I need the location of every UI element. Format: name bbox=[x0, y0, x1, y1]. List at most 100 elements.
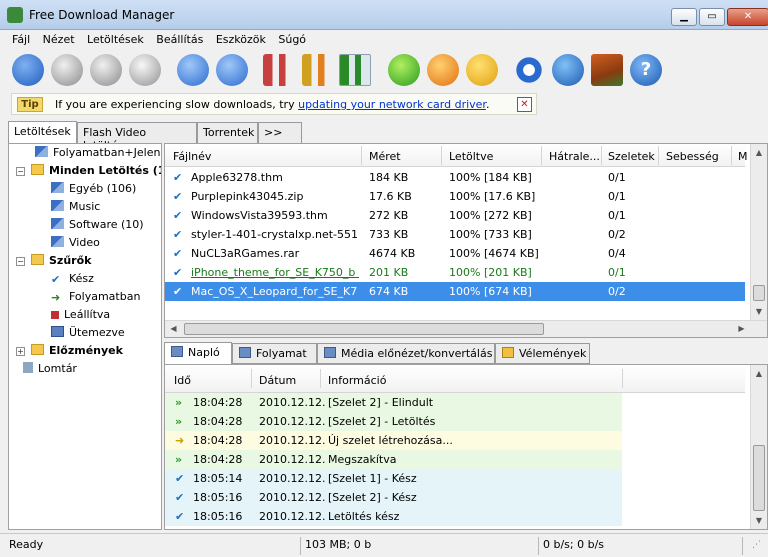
tree-label: Előzmények bbox=[49, 344, 123, 357]
tree-label: Kész bbox=[69, 272, 94, 285]
downloads-header: Fájlnév Méret Letöltve Hátrale... Szelet… bbox=[165, 144, 748, 167]
site-manager-icon[interactable] bbox=[552, 54, 584, 86]
scroll-right-icon[interactable]: ▶ bbox=[733, 321, 750, 337]
scroll-thumb[interactable] bbox=[753, 285, 765, 301]
calendar-icon bbox=[51, 326, 64, 337]
scroll-up-icon[interactable]: ▲ bbox=[751, 365, 767, 382]
row-size: 201 KB bbox=[369, 266, 409, 279]
menu-view[interactable]: Nézet bbox=[43, 30, 75, 46]
col-size[interactable]: Méret bbox=[369, 150, 401, 163]
download-row[interactable]: ✔ NuCL3aRGames.rar 4674 KB 100% [4674 KB… bbox=[165, 244, 745, 263]
tree-item-all-downloads[interactable]: Minden Letöltés (11 bbox=[31, 164, 161, 182]
downloads-horizontal-scrollbar[interactable]: ◀ ▶ bbox=[165, 320, 767, 337]
download-row[interactable]: ✔ WindowsVista39593.thm 272 KB 100% [272… bbox=[165, 206, 745, 225]
completed-icon: ✔ bbox=[173, 190, 183, 203]
scroll-down-icon[interactable]: ▼ bbox=[751, 303, 767, 320]
collapse-icon[interactable]: − bbox=[16, 167, 25, 176]
tab-progress[interactable]: Folyamat bbox=[232, 343, 317, 364]
scroll-down-icon[interactable]: ▼ bbox=[751, 512, 767, 529]
speed-medium-icon[interactable] bbox=[302, 54, 334, 86]
tip-link[interactable]: updating your network card driver bbox=[298, 98, 486, 111]
start-icon[interactable] bbox=[51, 54, 83, 86]
download-row[interactable]: ✔ Apple63278.thm 184 KB 100% [184 KB] 0/… bbox=[165, 168, 745, 187]
tree-item-music[interactable]: Music bbox=[51, 200, 100, 218]
download-icon bbox=[35, 146, 48, 157]
col-date[interactable]: Dátum bbox=[259, 374, 296, 387]
speed-high-icon[interactable] bbox=[339, 54, 371, 86]
download-row[interactable]: ✔ iPhone_theme_for_SE_K750_b ... 201 KB … bbox=[165, 263, 745, 282]
tree-item-in-progress[interactable]: ➜ Folyamatban bbox=[51, 290, 140, 308]
tree-item-filters[interactable]: Szűrők bbox=[31, 254, 91, 272]
scroll-left-icon[interactable]: ◀ bbox=[165, 321, 182, 337]
help-icon[interactable]: ? bbox=[630, 54, 662, 86]
menu-tools[interactable]: Eszközök bbox=[216, 30, 266, 46]
check-icon: ✔ bbox=[175, 510, 185, 523]
close-tip-icon[interactable]: ✕ bbox=[517, 97, 532, 112]
row-sections: 0/2 bbox=[608, 228, 626, 241]
log-date: 2010.12.12. bbox=[259, 491, 326, 504]
expand-icon[interactable]: + bbox=[16, 347, 25, 356]
col-sections[interactable]: Szeletek bbox=[608, 150, 655, 163]
menu-options[interactable]: Beállítás bbox=[156, 30, 203, 46]
menu-help[interactable]: Súgó bbox=[278, 30, 306, 46]
tree-item-video[interactable]: Video bbox=[51, 236, 100, 254]
scroll-thumb[interactable] bbox=[184, 323, 544, 335]
tree-item-recycle-bin[interactable]: Lomtár bbox=[23, 362, 77, 380]
col-remaining[interactable]: Hátrale... bbox=[549, 150, 600, 163]
tab-media-preview[interactable]: Média előnézet/konvertálás bbox=[317, 343, 495, 364]
col-info[interactable]: Információ bbox=[328, 374, 386, 387]
tree-label: Szűrők bbox=[49, 254, 92, 267]
log-date: 2010.12.12. bbox=[259, 472, 326, 485]
tab-downloads[interactable]: Letöltések bbox=[8, 121, 77, 144]
tree-item-scheduled[interactable]: Ütemezve bbox=[51, 326, 125, 344]
stop-all-icon[interactable] bbox=[427, 54, 459, 86]
col-time[interactable]: Idő bbox=[174, 374, 191, 387]
col-filename[interactable]: Fájlnév bbox=[173, 150, 211, 163]
settings-icon[interactable] bbox=[513, 54, 545, 86]
log-vertical-scrollbar[interactable]: ▲ ▼ bbox=[750, 365, 767, 529]
row-downloaded: 100% [4674 KB] bbox=[449, 247, 539, 260]
col-downloaded[interactable]: Letöltve bbox=[449, 150, 493, 163]
status-text: Ready bbox=[9, 538, 44, 551]
maximize-button[interactable]: ▭ bbox=[699, 8, 725, 26]
scroll-thumb[interactable] bbox=[753, 445, 765, 511]
downloads-vertical-scrollbar[interactable]: ▲ ▼ bbox=[750, 144, 767, 320]
tab-torrents[interactable]: Torrentek bbox=[197, 122, 258, 143]
tab-flash-video[interactable]: Flash Video letöltése bbox=[77, 122, 197, 152]
resize-grip-icon[interactable]: ⋰ bbox=[752, 540, 761, 550]
scheduler-icon[interactable] bbox=[129, 54, 161, 86]
tree-item-software[interactable]: Software (10) bbox=[51, 218, 144, 236]
tree-item-completed[interactable]: ✔ Kész bbox=[51, 272, 94, 290]
add-download-icon[interactable] bbox=[12, 54, 44, 86]
move-up-icon[interactable] bbox=[177, 54, 209, 86]
download-row-selected[interactable]: ✔ Mac_OS_X_Leopard_for_SE_K7 ... 674 KB … bbox=[165, 282, 745, 301]
tab-opinions[interactable]: Vélemények bbox=[495, 343, 590, 364]
close-button[interactable]: ✕ bbox=[727, 8, 768, 26]
move-down-icon[interactable] bbox=[216, 54, 248, 86]
col-speed[interactable]: Sebesség bbox=[666, 150, 719, 163]
green-arrow-icon: » bbox=[175, 415, 183, 428]
start-all-icon[interactable] bbox=[388, 54, 420, 86]
minimize-button[interactable]: ▁ bbox=[671, 8, 697, 26]
download-row[interactable]: ✔ Purplepink43045.zip 17.6 KB 100% [17.6… bbox=[165, 187, 745, 206]
row-size: 17.6 KB bbox=[369, 190, 412, 203]
tree-item-in-progress-recent[interactable]: Folyamatban+Jelenle bbox=[35, 146, 161, 164]
skins-icon[interactable] bbox=[591, 54, 623, 86]
menu-file[interactable]: Fájl bbox=[12, 30, 30, 46]
tree-item-stopped[interactable]: Leállítva bbox=[51, 308, 110, 326]
tab-log[interactable]: Napló bbox=[164, 342, 232, 365]
download-row[interactable]: ✔ styler-1-401-crystalxp.net-551 ... 733… bbox=[165, 225, 745, 244]
pause-all-icon[interactable] bbox=[466, 54, 498, 86]
col-more[interactable]: M bbox=[738, 150, 748, 163]
collapse-icon[interactable]: − bbox=[16, 257, 25, 266]
tree-item-other[interactable]: Egyéb (106) bbox=[51, 182, 136, 200]
tree-item-history[interactable]: Előzmények bbox=[31, 344, 123, 362]
scroll-up-icon[interactable]: ▲ bbox=[751, 144, 767, 161]
stop-icon[interactable] bbox=[90, 54, 122, 86]
menu-downloads[interactable]: Letöltések bbox=[87, 30, 144, 46]
window-title: Free Download Manager bbox=[29, 8, 175, 22]
tab-more[interactable]: >> bbox=[258, 122, 302, 143]
tree-label: Video bbox=[69, 236, 100, 249]
speed-low-icon[interactable] bbox=[263, 54, 295, 86]
log-time: 18:05:16 bbox=[193, 491, 243, 504]
